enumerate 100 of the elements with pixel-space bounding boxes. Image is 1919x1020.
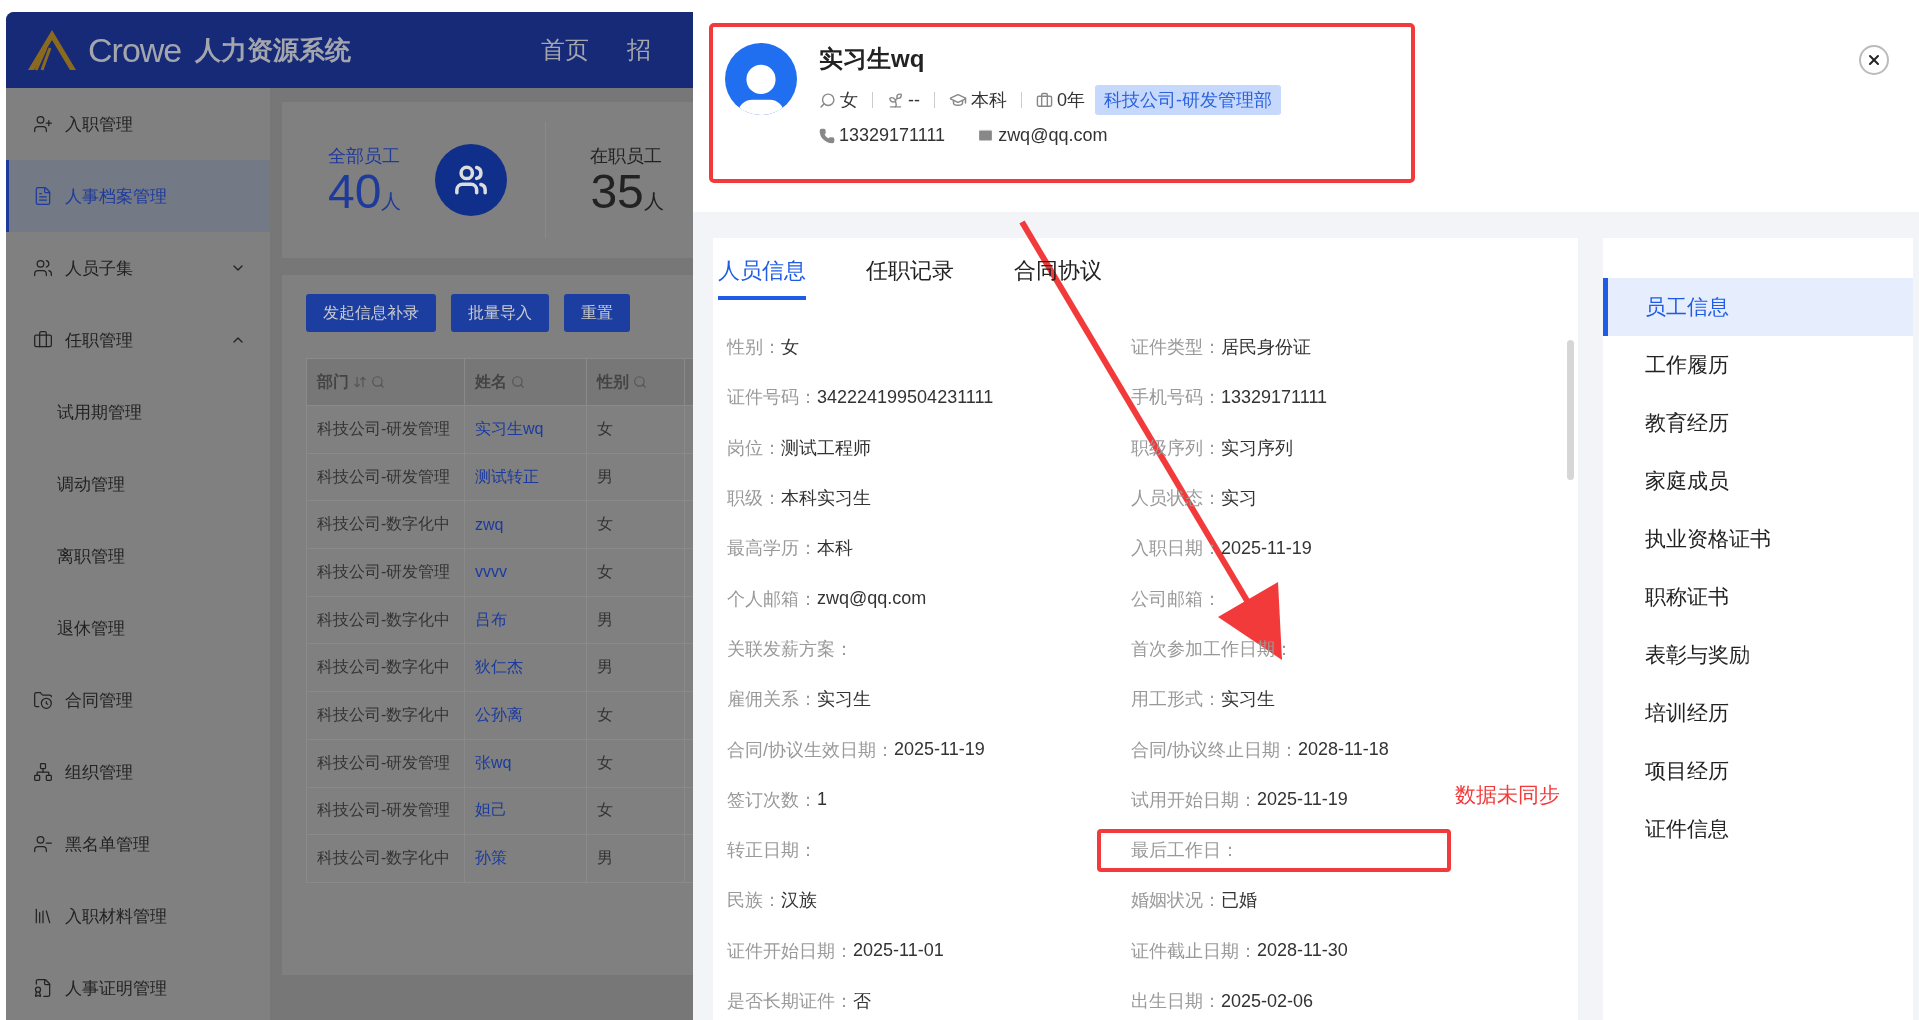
scrollbar[interactable]: [1567, 340, 1574, 480]
search-icon[interactable]: [511, 375, 525, 389]
section-nav-item[interactable]: 执业资格证书: [1603, 510, 1913, 568]
stat-unit: 人: [643, 190, 664, 212]
field-label: 手机号码：: [1131, 386, 1221, 410]
name-link[interactable]: 实习生wq: [465, 405, 587, 453]
sidebar-item[interactable]: 黑名单管理: [6, 808, 270, 880]
table-cell: 科技公司-研发管理: [307, 738, 465, 787]
table-cell: 男: [587, 595, 685, 644]
field-label: 证件截止日期：: [1131, 939, 1257, 963]
document-badge-icon: [33, 978, 53, 998]
field-value: zwq@qq.com: [817, 588, 927, 610]
field-label: 职级：: [727, 487, 781, 511]
table-cell: 科技公司-数字化中: [307, 500, 465, 549]
toolbar-button[interactable]: 批量导入: [451, 294, 549, 332]
name-link[interactable]: 公孙离: [465, 691, 587, 739]
table-cell: 男: [587, 834, 685, 882]
field-value: 2025-11-19: [894, 739, 985, 760]
name-link[interactable]: 妲己: [465, 786, 587, 835]
toolbar-button[interactable]: 发起信息补录: [306, 294, 436, 332]
sidebar-item[interactable]: 人事证明管理: [6, 952, 270, 1020]
name-link[interactable]: zwq: [465, 500, 587, 549]
field-label: 最后工作日：: [1131, 839, 1239, 863]
section-nav-item[interactable]: 教育经历: [1603, 394, 1913, 452]
field-value: 13329171111: [1221, 386, 1328, 408]
name-link[interactable]: 狄仁杰: [465, 643, 587, 692]
briefcase-icon: [33, 330, 53, 350]
field-label: 合同/协议终止日期：: [1131, 738, 1298, 762]
close-button[interactable]: [1859, 45, 1889, 75]
sidebar-subitem[interactable]: 离职管理: [6, 520, 270, 592]
sidebar-subitem[interactable]: 退休管理: [6, 592, 270, 664]
field-value: 女: [781, 336, 799, 360]
meta-text: --: [908, 89, 920, 111]
gender-text: 女: [840, 89, 858, 112]
search-icon[interactable]: [633, 375, 647, 389]
section-nav-item[interactable]: 职称证书: [1603, 568, 1913, 626]
field-value: 测试工程师: [781, 436, 871, 460]
table-cell: 科技公司-研发管理: [307, 405, 465, 453]
field-label: 民族：: [727, 889, 781, 913]
field-label: 合同/协议生效日期：: [727, 738, 894, 762]
nav-link[interactable]: 招: [627, 34, 652, 66]
field-value: 本科: [817, 537, 853, 561]
field-value: 2025-11-19: [1257, 789, 1348, 811]
search-icon[interactable]: [371, 375, 385, 389]
employee-name: 实习生wq: [819, 44, 926, 74]
section-nav-item[interactable]: 工作履历: [1603, 336, 1913, 394]
name-link[interactable]: 吕布: [465, 595, 587, 644]
tab[interactable]: 人员信息: [718, 256, 806, 300]
name-link[interactable]: vvvv: [465, 548, 587, 596]
sidebar-item[interactable]: 入职管理: [6, 88, 270, 160]
table-cell: 科技公司-数字化中: [307, 691, 465, 739]
field-label: 个人邮箱：: [727, 587, 817, 611]
name-link[interactable]: 张wq: [465, 738, 587, 787]
table-cell: 科技公司-研发管理: [307, 548, 465, 596]
nav-link[interactable]: 首页: [541, 34, 590, 66]
books-icon: [33, 906, 53, 926]
field-value: 2025-11-01: [853, 940, 944, 962]
folder-clock-icon: [33, 690, 53, 710]
sort-icon[interactable]: [353, 375, 367, 389]
sidebar-subitem[interactable]: 调动管理: [6, 448, 270, 520]
field-label: 入职日期：: [1131, 537, 1221, 561]
field-label: 证件开始日期：: [727, 939, 853, 963]
sidebar-item[interactable]: 人员子集: [6, 232, 270, 304]
field-label: 转正日期：: [727, 839, 817, 863]
field-label: 性别：: [727, 336, 781, 360]
section-nav-item[interactable]: 员工信息: [1603, 278, 1913, 336]
phone-text: 13329171111: [839, 125, 946, 146]
sidebar-item[interactable]: 组织管理: [6, 736, 270, 808]
section-nav-item[interactable]: 项目经历: [1603, 742, 1913, 800]
table-cell: 科技公司-研发管理: [307, 452, 465, 501]
field-value: 实习生: [817, 688, 871, 712]
toolbar-button[interactable]: 重置: [564, 294, 630, 332]
stat-value: 35: [590, 165, 644, 218]
field-label: 试用开始日期：: [1131, 788, 1257, 812]
sidebar-item[interactable]: 人事档案管理: [6, 160, 270, 232]
sidebar-item[interactable]: 合同管理: [6, 664, 270, 736]
table-cell: 科技公司-数字化中: [307, 595, 465, 644]
sidebar-item[interactable]: 任职管理: [6, 304, 270, 376]
field-value: 2028-11-18: [1298, 739, 1389, 760]
name-link[interactable]: 测试转正: [465, 452, 587, 501]
sidebar-subitem[interactable]: 试用期管理: [6, 376, 270, 448]
section-nav-item[interactable]: 证件信息: [1603, 800, 1913, 858]
phone-icon: [819, 127, 835, 144]
field-label: 是否长期证件：: [727, 990, 853, 1013]
section-nav-item[interactable]: 表彰与奖励: [1603, 626, 1913, 684]
sidebar-item[interactable]: 入职材料管理: [6, 880, 270, 952]
user-minus-icon: [33, 834, 53, 854]
name-link[interactable]: 孙策: [465, 834, 587, 882]
field-label: 证件类型：: [1131, 336, 1221, 360]
field-label: 证件号码：: [727, 386, 817, 410]
field-value: 2028-11-30: [1257, 940, 1348, 962]
section-nav-item[interactable]: 家庭成员: [1603, 452, 1913, 510]
field-label: 用工形式：: [1131, 688, 1221, 712]
field-value: 居民身份证: [1221, 336, 1311, 360]
tab[interactable]: 任职记录: [866, 256, 954, 300]
section-nav-item[interactable]: 培训经历: [1603, 684, 1913, 742]
field-label: 婚姻状况：: [1131, 889, 1221, 913]
field-value: 1: [817, 789, 827, 811]
sprout-icon: [887, 91, 904, 109]
table-cell: 女: [587, 500, 685, 549]
